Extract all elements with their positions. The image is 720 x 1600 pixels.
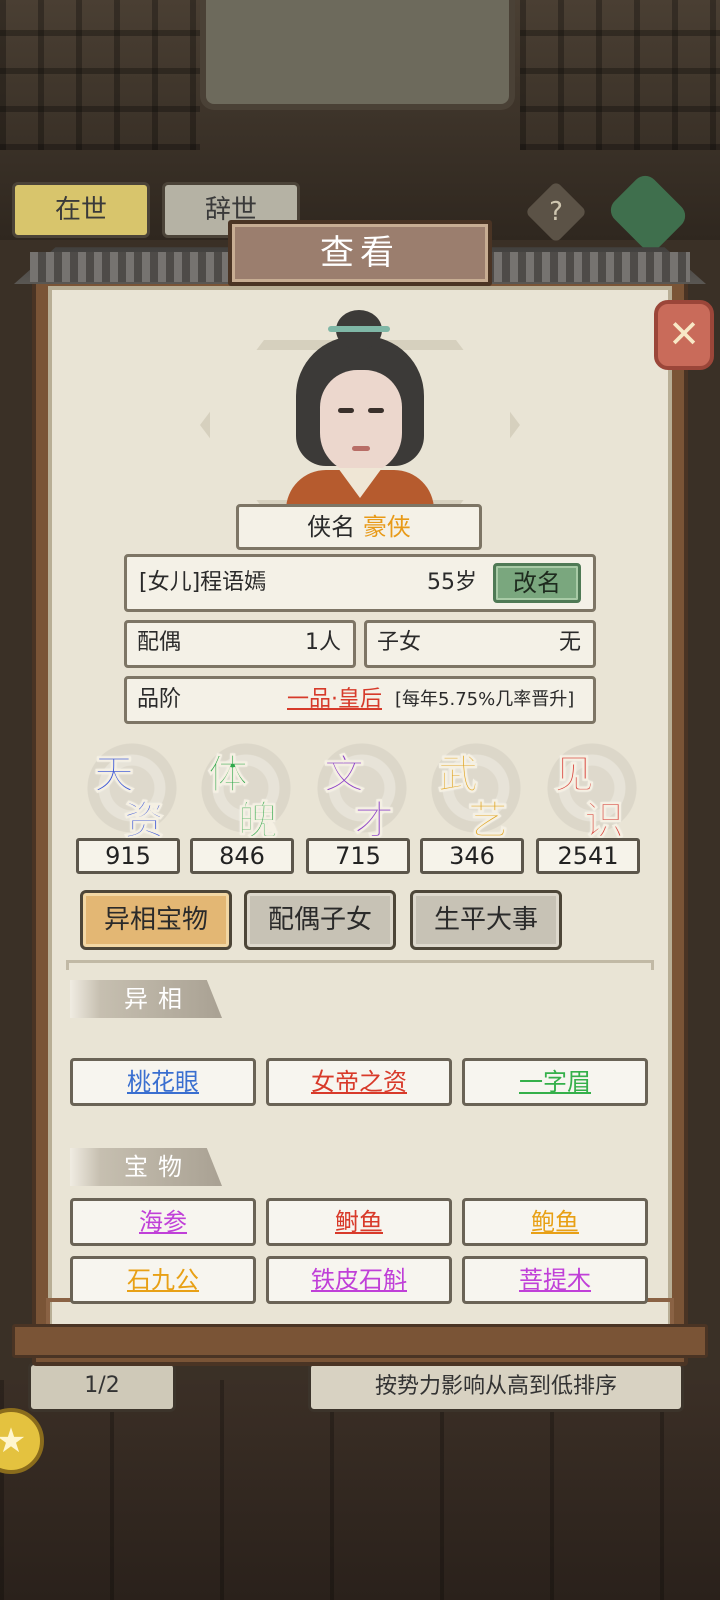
- treasure-item[interactable]: 石九公: [70, 1256, 256, 1304]
- close-button[interactable]: ✕: [654, 300, 714, 370]
- children-label: 子女: [377, 630, 422, 655]
- window-lattice-right: [520, 0, 720, 150]
- treasures-section-title: 宝物: [70, 1148, 222, 1186]
- rank-link[interactable]: 一品·皇后: [287, 679, 382, 721]
- treasure-item[interactable]: 鲍鱼: [462, 1198, 648, 1246]
- hero-title-box: 侠名 豪侠: [236, 504, 482, 550]
- tab-spouse-children[interactable]: 配偶子女: [244, 890, 396, 950]
- window-lattice-left: [0, 0, 200, 150]
- treasure-item[interactable]: 菩提木: [462, 1256, 648, 1304]
- trait-item[interactable]: 女帝之资: [266, 1058, 452, 1106]
- help-button[interactable]: ?: [524, 180, 588, 244]
- spouse-box: 配偶 1人: [124, 620, 356, 668]
- character-name: [女儿]程语嫣: [139, 570, 267, 595]
- rank-note: [每年5.75%几率晋升]: [395, 689, 575, 710]
- sort-button[interactable]: 按势力影响从高到低排序: [308, 1362, 684, 1412]
- treasure-item[interactable]: 海参: [70, 1198, 256, 1246]
- modal-base: [12, 1324, 708, 1358]
- background-floor: [0, 1380, 720, 1600]
- stat-value: 715: [306, 838, 410, 874]
- stat-value: 2541: [536, 838, 640, 874]
- traits-section-title: 异相: [70, 980, 222, 1018]
- help-icon: ?: [549, 197, 563, 227]
- rename-button[interactable]: 改名: [493, 563, 581, 603]
- hero-title-value: 豪侠: [362, 513, 411, 541]
- stat-value: 346: [420, 838, 524, 874]
- modal-title: 查看: [320, 233, 400, 273]
- children-box: 子女 无: [364, 620, 596, 668]
- rank-box: 品阶 一品·皇后 [每年5.75%几率晋升]: [124, 676, 596, 724]
- tab-life-events[interactable]: 生平大事: [410, 890, 562, 950]
- close-icon: ✕: [668, 312, 700, 356]
- rank-label: 品阶: [137, 687, 182, 712]
- trait-item[interactable]: 一字眉: [462, 1058, 648, 1106]
- spouse-value: 1人: [305, 630, 341, 655]
- character-portrait: [282, 310, 438, 510]
- children-value: 无: [558, 630, 581, 655]
- tab-traits-treasures[interactable]: 异相宝物: [80, 890, 232, 950]
- tab-alive[interactable]: 在世: [12, 182, 150, 238]
- stat-value: 915: [76, 838, 180, 874]
- character-age: 55岁: [427, 570, 477, 595]
- treasure-item[interactable]: 铁皮石斛: [266, 1256, 452, 1304]
- treasure-item[interactable]: 鲥鱼: [266, 1198, 452, 1246]
- modal-title-plaque: 查看: [228, 220, 492, 286]
- section-divider: [66, 960, 654, 970]
- stat-value: 846: [190, 838, 294, 874]
- hero-title-label: 侠名: [307, 513, 356, 541]
- trait-item[interactable]: 桃花眼: [70, 1058, 256, 1106]
- name-box: [女儿]程语嫣 55岁 改名: [124, 554, 596, 612]
- spouse-label: 配偶: [137, 630, 182, 655]
- wall-painting: [200, 0, 515, 110]
- pager[interactable]: 1/2: [28, 1362, 176, 1412]
